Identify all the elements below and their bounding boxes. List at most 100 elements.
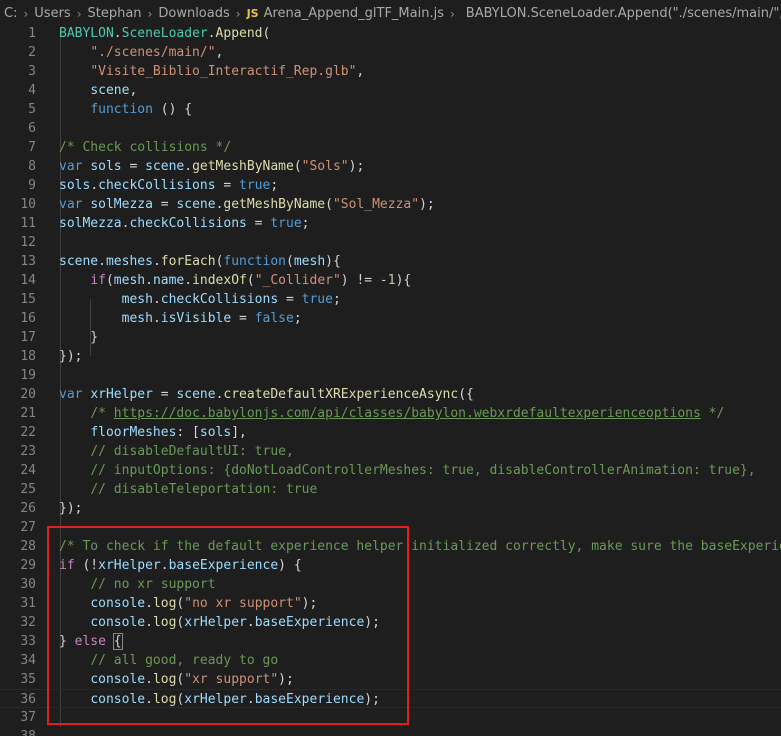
- code-token: // inputOptions: {doNotLoadControllerMes…: [90, 463, 756, 478]
- line-number: 37: [20, 710, 36, 725]
- code-line[interactable]: 18});: [0, 347, 781, 366]
- code-line[interactable]: 35 console.log("xr support");: [0, 670, 781, 689]
- chevron-right-icon: ›: [76, 6, 82, 21]
- code-line[interactable]: 28 /* To check if the default experience …: [0, 537, 781, 556]
- code-text: solMezza.checkCollisions = true;: [59, 214, 309, 233]
- code-token: =: [152, 387, 177, 402]
- code-token: scene: [145, 159, 185, 174]
- code-line[interactable]: 14 if(mesh.name.indexOf("_Collider") != …: [0, 271, 781, 290]
- line-number: 11: [20, 216, 36, 231]
- code-text: });: [59, 347, 82, 366]
- line-number: 4: [28, 83, 36, 98]
- code-token: mesh: [113, 273, 146, 288]
- code-token: );: [348, 159, 365, 174]
- line-number: 15: [20, 292, 36, 307]
- code-token: .: [207, 26, 216, 41]
- code-token: ) {: [278, 558, 302, 573]
- code-line[interactable]: 3 "Visite_Biblio_Interactif_Rep.glb",: [0, 62, 781, 81]
- code-token: var: [59, 387, 83, 402]
- code-token: .: [152, 311, 161, 326]
- code-token: console: [90, 615, 146, 630]
- code-line[interactable]: 23 // disableDefaultUI: true,: [0, 442, 781, 461]
- code-line[interactable]: 8 var sols = scene.getMeshByName("Sols");: [0, 157, 781, 176]
- code-token: true: [270, 216, 302, 231]
- code-line[interactable]: 32 console.log(xrHelper.baseExperience);: [0, 613, 781, 632]
- code-text: console.log(xrHelper.baseExperience);: [59, 690, 380, 709]
- code-token: .: [152, 292, 161, 307]
- code-line[interactable]: 5 function () {: [0, 100, 781, 119]
- code-line[interactable]: 15 mesh.checkCollisions = true;: [0, 290, 781, 309]
- code-line[interactable]: 24 // inputOptions: {doNotLoadController…: [0, 461, 781, 480]
- line-number: 23: [20, 444, 36, 459]
- code-token: /*: [90, 406, 114, 421]
- line-number: 7: [28, 140, 36, 155]
- code-token: "xr support": [184, 672, 279, 687]
- code-line[interactable]: 12: [0, 233, 781, 252]
- line-number: 20: [20, 387, 36, 402]
- code-line[interactable]: 13 scene.meshes.forEach(function(mesh){: [0, 252, 781, 271]
- breadcrumb-symbol[interactable]: BABYLON.SceneLoader.Append("./scenes/mai…: [466, 6, 781, 21]
- code-token: xrHelper: [184, 615, 247, 630]
- code-token: sols: [59, 178, 91, 193]
- code-text: console.log("no xr support");: [59, 594, 317, 613]
- code-text: function () {: [59, 100, 192, 119]
- breadcrumb-downloads[interactable]: Downloads: [158, 6, 229, 21]
- code-token: var: [59, 159, 83, 174]
- code-line[interactable]: 7 /* Check collisions */: [0, 138, 781, 157]
- code-token: checkCollisions: [160, 292, 279, 307]
- code-token: SceneLoader: [121, 26, 208, 41]
- code-text: mesh.checkCollisions = true;: [59, 290, 341, 309]
- breadcrumb-stephan[interactable]: Stephan: [88, 6, 142, 21]
- code-line[interactable]: 34 // all good, ready to go: [0, 651, 781, 670]
- code-line[interactable]: 19: [0, 366, 781, 385]
- code-token: getMeshByName: [192, 159, 294, 174]
- code-line[interactable]: 27: [0, 518, 781, 537]
- code-line[interactable]: 21 /* https://doc.babylonjs.com/api/clas…: [0, 404, 781, 423]
- code-token: */: [700, 406, 725, 421]
- code-token: =: [278, 292, 302, 307]
- breadcrumb-file[interactable]: Arena_Append_glTF_Main.js: [264, 6, 444, 21]
- code-text: });: [59, 499, 82, 518]
- code-line[interactable]: 4 scene,: [0, 81, 781, 100]
- code-line[interactable]: 30 // no xr support: [0, 575, 781, 594]
- breadcrumb-users[interactable]: Users: [34, 6, 70, 21]
- code-token: ){: [395, 273, 412, 288]
- code-line[interactable]: 33} else {: [0, 632, 781, 651]
- code-token: =: [246, 216, 271, 231]
- code-line[interactable]: 9 sols.checkCollisions = true;: [0, 176, 781, 195]
- code-line[interactable]: 10 var solMezza = scene.getMeshByName("So…: [0, 195, 781, 214]
- code-line[interactable]: 26});: [0, 499, 781, 518]
- code-line[interactable]: 29 if (!xrHelper.baseExperience) {: [0, 556, 781, 575]
- code-token: .: [184, 159, 193, 174]
- code-line[interactable]: 38: [0, 727, 781, 736]
- code-line[interactable]: 6: [0, 119, 781, 138]
- code-line[interactable]: 37: [0, 708, 781, 727]
- code-token: console: [90, 672, 146, 687]
- code-line[interactable]: 22 floorMeshes: [sols],: [0, 423, 781, 442]
- code-text: if (!xrHelper.baseExperience) {: [59, 556, 302, 575]
- code-token: log: [152, 596, 177, 611]
- code-token: sols: [199, 425, 232, 440]
- code-token: ,: [129, 83, 138, 98]
- code-line[interactable]: 1 BABYLON.SceneLoader.Append(: [0, 24, 781, 43]
- code-token: getMeshByName: [223, 197, 326, 212]
- code-line[interactable]: 31 console.log("no xr support");: [0, 594, 781, 613]
- code-line[interactable]: 11 solMezza.checkCollisions = true;: [0, 214, 781, 233]
- code-token: /* To check if the default experience he…: [59, 539, 781, 554]
- line-number: 2: [28, 45, 36, 60]
- code-line[interactable]: 16 mesh.isVisible = false;: [0, 309, 781, 328]
- code-line[interactable]: 17 }: [0, 328, 781, 347]
- code-line[interactable]: 36 console.log(xrHelper.baseExperience);: [0, 689, 781, 708]
- code-line[interactable]: 25 // disableTeleportation: true: [0, 480, 781, 499]
- code-token: .: [184, 273, 193, 288]
- code-token: "Sols": [301, 159, 349, 174]
- code-line[interactable]: 20 var xrHelper = scene.createDefaultXREx…: [0, 385, 781, 404]
- code-line[interactable]: 2 "./scenes/main/",: [0, 43, 781, 62]
- breadcrumb-drive[interactable]: C:: [4, 6, 17, 21]
- code-text: scene,: [59, 81, 137, 100]
- code-editor[interactable]: 1 BABYLON.SceneLoader.Append(2 "./scenes/…: [0, 24, 781, 736]
- code-token: console: [90, 596, 146, 611]
